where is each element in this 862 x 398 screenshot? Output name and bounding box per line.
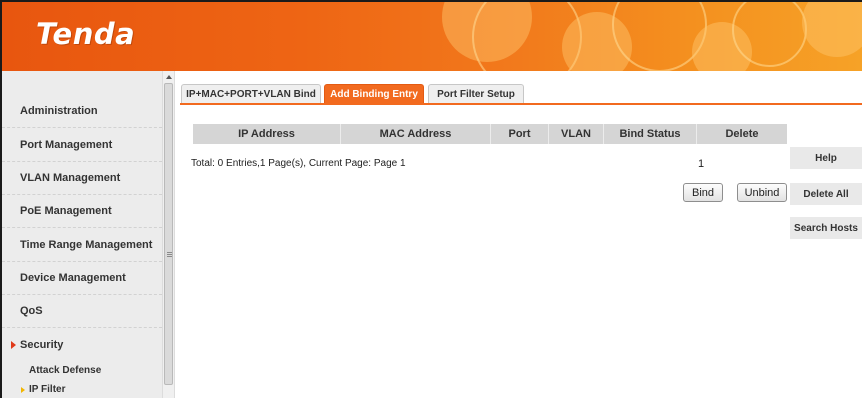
sidebar-scrollbar[interactable] bbox=[162, 71, 175, 398]
search-hosts-button[interactable]: Search Hosts bbox=[790, 217, 862, 239]
grip-line bbox=[167, 252, 172, 253]
tab-port-filter-setup[interactable]: Port Filter Setup bbox=[428, 84, 524, 104]
tab-underline bbox=[180, 103, 862, 105]
sidebar-item-administration[interactable]: Administration bbox=[2, 95, 162, 128]
sidebar-item-label: Security bbox=[20, 339, 64, 351]
tab-ip-mac-port-vlan-bind[interactable]: IP+MAC+PORT+VLAN Bind bbox=[181, 84, 321, 104]
sidebar-item-label: QoS bbox=[20, 305, 43, 317]
sidebar-item-device-management[interactable]: Device Management bbox=[2, 262, 162, 295]
tenda-logo: Tenda bbox=[36, 17, 136, 51]
sidebar: Administration Port Management VLAN Mana… bbox=[2, 71, 162, 398]
sidebar-item-label: Administration bbox=[20, 105, 98, 117]
sidebar-item-security[interactable]: Security bbox=[2, 329, 162, 362]
help-button[interactable]: Help bbox=[790, 147, 862, 169]
sidebar-subitem-label: IP Filter bbox=[29, 384, 66, 395]
sidebar-item-port-management[interactable]: Port Management bbox=[2, 129, 162, 162]
bind-button[interactable]: Bind bbox=[683, 183, 723, 202]
selected-arrow-icon bbox=[21, 387, 25, 393]
sidebar-item-label: Time Range Management bbox=[20, 239, 153, 251]
page-link[interactable]: 1 bbox=[698, 158, 704, 170]
sidebar-item-qos[interactable]: QoS bbox=[2, 295, 162, 328]
column-header-bind-status: Bind Status bbox=[604, 124, 697, 144]
header-banner: Tenda bbox=[2, 2, 862, 71]
tab-add-binding-entry[interactable]: Add Binding Entry bbox=[324, 84, 424, 104]
grip-line bbox=[167, 254, 172, 255]
sidebar-item-label: PoE Management bbox=[20, 205, 112, 217]
sidebar-item-vlan-management[interactable]: VLAN Management bbox=[2, 162, 162, 195]
sidebar-subitem-attack-defense[interactable]: Attack Defense bbox=[2, 363, 162, 379]
sidebar-subitem-ip-filter[interactable]: IP Filter bbox=[2, 382, 162, 398]
grip-line bbox=[167, 256, 172, 257]
sidebar-item-label: VLAN Management bbox=[20, 172, 121, 184]
column-header-port: Port bbox=[491, 124, 549, 144]
scrollbar-thumb[interactable] bbox=[164, 83, 173, 385]
column-header-delete: Delete bbox=[725, 128, 759, 140]
delete-all-button[interactable]: Delete All bbox=[790, 183, 862, 205]
sidebar-item-label: Port Management bbox=[20, 139, 113, 151]
sidebar-subitem-label: Attack Defense bbox=[29, 365, 102, 376]
sidebar-item-time-range-management[interactable]: Time Range Management bbox=[2, 229, 162, 262]
scroll-up-arrow-icon[interactable] bbox=[163, 71, 174, 83]
expand-arrow-icon bbox=[11, 341, 16, 349]
binding-table-header: IP Address MAC Address Port VLAN Bind St… bbox=[193, 124, 787, 144]
column-header-mac-address: MAC Address bbox=[341, 124, 491, 144]
pagination-summary: Total: 0 Entries,1 Page(s), Current Page… bbox=[191, 158, 406, 169]
sidebar-item-poe-management[interactable]: PoE Management bbox=[2, 195, 162, 228]
sidebar-item-label: Device Management bbox=[20, 272, 126, 284]
column-header-vlan: VLAN bbox=[549, 124, 604, 144]
column-header-ip-address: IP Address bbox=[193, 124, 341, 144]
unbind-button[interactable]: Unbind bbox=[737, 183, 787, 202]
